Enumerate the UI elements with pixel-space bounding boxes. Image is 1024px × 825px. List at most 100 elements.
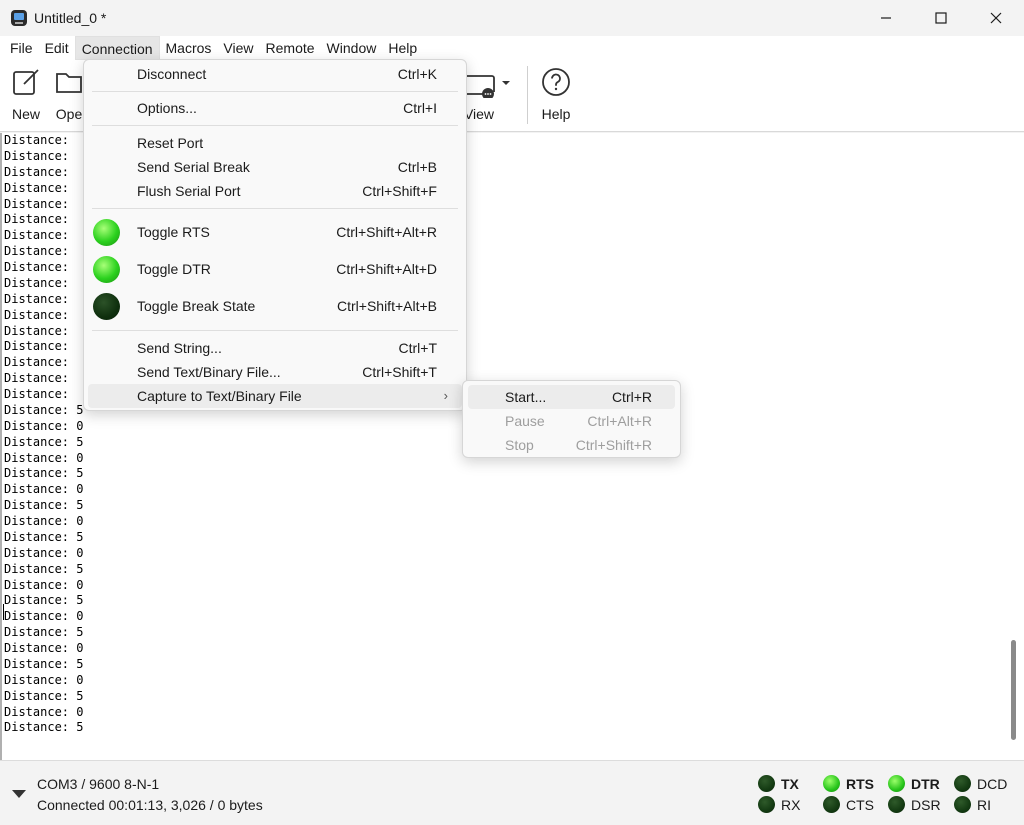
terminal-line: Distance: 5 [4, 561, 84, 576]
status-bar: COM3 / 9600 8-N-1 Connected 00:01:13, 3,… [0, 760, 1024, 825]
menu-item-shortcut: Ctrl+Shift+Alt+R [336, 224, 437, 240]
dcd-led [954, 775, 971, 792]
terminal-line: Distance: 5 [4, 498, 84, 513]
terminal-line: Distance: 0 [4, 704, 84, 719]
dsr-label: DSR [911, 797, 941, 813]
help-button-label: Help [541, 106, 571, 122]
rts-label: RTS [846, 776, 874, 792]
menu-macros[interactable]: Macros [160, 36, 218, 60]
menu-item-reset-port[interactable]: Reset Port [88, 131, 462, 155]
menu-item-label: Send Serial Break [137, 159, 250, 175]
ri-label: RI [977, 797, 991, 813]
menu-item-label: Flush Serial Port [137, 183, 241, 199]
toolbar-separator [527, 66, 528, 124]
chevron-down-icon[interactable] [12, 789, 26, 799]
menu-remote[interactable]: Remote [260, 36, 321, 60]
menu-view[interactable]: View [217, 36, 259, 60]
chevron-right-icon: › [443, 388, 448, 403]
scrollbar-thumb[interactable] [1011, 640, 1016, 740]
menu-item-send-file[interactable]: Send Text/Binary File... Ctrl+Shift+T [88, 360, 462, 384]
submenu-item-pause: Pause Ctrl+Alt+R [468, 409, 675, 433]
menu-item-toggle-dtr[interactable]: Toggle DTR Ctrl+Shift+Alt+D [88, 256, 462, 283]
close-icon [990, 12, 1002, 24]
connection-status: Connected 00:01:13, 3,026 / 0 bytes [37, 797, 263, 813]
dsr-led [888, 796, 905, 813]
menu-item-shortcut: Ctrl+Shift+T [362, 364, 437, 380]
submenu-item-label: Stop [505, 437, 534, 453]
menu-item-label: Send String... [137, 340, 222, 356]
menu-item-send-string[interactable]: Send String... Ctrl+T [88, 336, 462, 360]
menu-item-shortcut: Ctrl+Shift+Alt+D [336, 261, 437, 277]
new-button[interactable]: New [6, 66, 46, 126]
port-settings: COM3 / 9600 8-N-1 [37, 776, 160, 792]
submenu-item-start[interactable]: Start... Ctrl+R [468, 385, 675, 409]
folder-icon [56, 73, 82, 93]
terminal-line: Distance: 5 [4, 656, 84, 671]
connection-menu: Disconnect Ctrl+K Options... Ctrl+I Rese… [83, 59, 467, 411]
submenu-item-label: Pause [505, 413, 545, 429]
tx-led [758, 775, 775, 792]
new-document-icon [13, 69, 39, 95]
menu-help[interactable]: Help [382, 36, 423, 60]
terminal-line: Distance: 0 [4, 545, 84, 560]
menu-separator [92, 208, 458, 209]
menu-item-toggle-rts[interactable]: Toggle RTS Ctrl+Shift+Alt+R [88, 219, 462, 246]
menu-item-label: Toggle RTS [137, 224, 210, 240]
menu-file[interactable]: File [4, 36, 39, 60]
menu-item-label: Toggle Break State [137, 298, 256, 314]
menu-item-flush-serial-port[interactable]: Flush Serial Port Ctrl+Shift+F [88, 179, 462, 203]
minimize-button[interactable] [863, 0, 909, 36]
menu-separator [92, 125, 458, 126]
view-button[interactable]: View [464, 66, 514, 126]
help-button[interactable]: Help [538, 66, 574, 126]
menu-item-shortcut: Ctrl+I [403, 100, 437, 116]
terminal-line: Distance: 5 [4, 688, 84, 703]
cts-led [823, 796, 840, 813]
menu-connection[interactable]: Connection [74, 36, 160, 60]
window-title: Untitled_0 * [34, 10, 107, 26]
menu-separator [92, 330, 458, 331]
terminal-line: Distance: 5 [4, 720, 84, 735]
maximize-button[interactable] [918, 0, 964, 36]
text-cursor [3, 604, 4, 620]
submenu-item-label: Start... [505, 389, 547, 405]
terminal-line: Distance: 0 [4, 609, 84, 624]
rx-label: RX [781, 797, 801, 813]
open-button-label: Ope [55, 106, 83, 122]
terminal-line: Distance: 0 [4, 641, 84, 655]
menu-item-options[interactable]: Options... Ctrl+I [88, 96, 462, 120]
menu-item-capture-to-file[interactable]: Capture to Text/Binary File › [88, 384, 462, 408]
menu-item-send-serial-break[interactable]: Send Serial Break Ctrl+B [88, 155, 462, 179]
dtr-indicator-icon [93, 256, 120, 283]
menu-item-label: Capture to Text/Binary File [137, 388, 302, 404]
menu-item-shortcut: Ctrl+B [397, 159, 437, 175]
terminal-line: Distance: 5 [4, 593, 84, 608]
rx-led [758, 796, 775, 813]
menu-window[interactable]: Window [321, 36, 383, 60]
view-icon [464, 75, 510, 98]
menu-separator [92, 91, 458, 92]
close-button[interactable] [973, 0, 1019, 36]
menu-bar: File Edit Connection Macros View Remote … [0, 36, 1024, 60]
title-bar: Untitled_0 * [0, 0, 1024, 36]
open-button[interactable]: Ope [52, 66, 86, 126]
menu-item-label: Options... [137, 100, 197, 116]
menu-edit[interactable]: Edit [39, 36, 75, 60]
capture-submenu: Start... Ctrl+R Pause Ctrl+Alt+R Stop Ct… [462, 380, 681, 458]
menu-item-disconnect[interactable]: Disconnect Ctrl+K [88, 62, 462, 86]
menu-item-label: Send Text/Binary File... [137, 364, 281, 380]
menu-item-shortcut: Ctrl+K [397, 66, 437, 82]
menu-item-shortcut: Ctrl+T [398, 340, 438, 356]
minimize-icon [881, 17, 891, 19]
terminal-line: Distance: 0 [4, 672, 84, 687]
terminal-line: Distance: 5 [4, 625, 84, 640]
view-button-label: View [463, 106, 495, 122]
rts-led[interactable] [823, 775, 840, 792]
menu-item-label: Disconnect [137, 66, 207, 82]
menu-item-toggle-break-state[interactable]: Toggle Break State Ctrl+Shift+Alt+B [88, 293, 462, 320]
dtr-label: DTR [911, 776, 940, 792]
menu-item-shortcut: Ctrl+Shift+F [362, 183, 437, 199]
submenu-item-stop: Stop Ctrl+Shift+R [468, 433, 675, 457]
terminal-line: Distance: 0 [4, 482, 84, 497]
dtr-led[interactable] [888, 775, 905, 792]
